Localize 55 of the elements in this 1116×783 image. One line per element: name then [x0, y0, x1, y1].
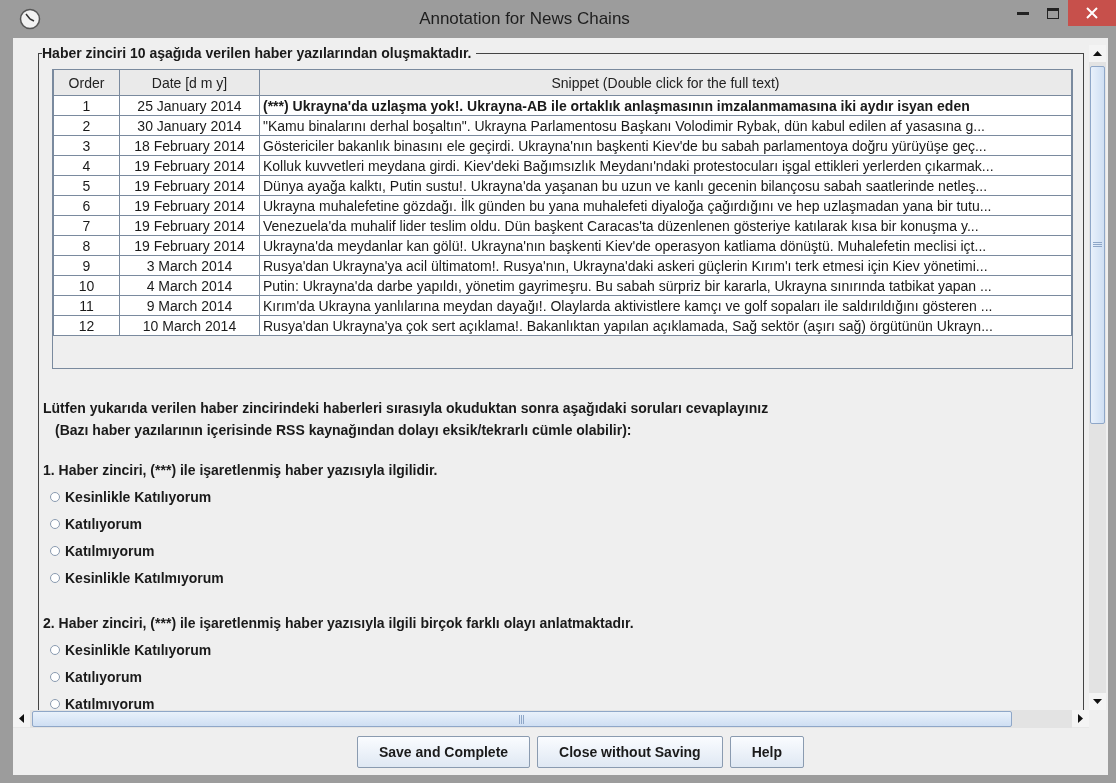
- maximize-icon: [1047, 7, 1059, 19]
- table-cell[interactable]: "Kamu binalarını derhal boşaltın". Ukrayna Parlamentosu Başkanı Volodimir Rybak, dün kabul edilen af yasasına g...: [259, 115, 1072, 136]
- table-cell: 12: [53, 315, 120, 336]
- horizontal-scrollbar[interactable]: [13, 710, 1089, 728]
- table-cell[interactable]: Dünya ayağa kalktı, Putin sustu!. Ukrayna'da yaşanan bu uzun ve kanlı gecenin bilançosu sabah saatlerinde netleş...: [259, 175, 1072, 196]
- minimize-icon: [1017, 11, 1029, 15]
- vertical-scrollbar[interactable]: [1089, 45, 1106, 710]
- grip-icon[interactable]: [519, 714, 525, 724]
- clock-icon: [19, 8, 41, 30]
- table-cell[interactable]: Kolluk kuvvetleri meydana girdi. Kiev'deki Bağımsızlık Meydanı'ndaki protestocuları işgal ettikleri yerlerden çıkarmak...: [259, 155, 1072, 176]
- radio-option[interactable]: Katılıyorum: [50, 663, 142, 690]
- radio-option[interactable]: Kesinlikle Katılmıyorum: [50, 564, 224, 591]
- column-header[interactable]: Date [d m y]: [119, 70, 260, 96]
- table-cell[interactable]: Rusya'dan Ukrayna'ya acil ültimatom!. Rusya'nın, Ukrayna'daki askeri güçlerin Kırım'ı terk etmesi için Kiev yönetimi...: [259, 255, 1072, 276]
- table-cell[interactable]: (***) Ukrayna'da uzlaşma yok!. Ukrayna-AB ile ortaklık anlaşmasının imzalanmamasına iki aydır isyan eden: [259, 95, 1072, 116]
- down-arrow-icon[interactable]: [1093, 699, 1102, 704]
- table-cell: 2: [53, 115, 120, 136]
- column-header[interactable]: Order: [53, 70, 120, 96]
- instruction-text: Lütfen yukarıda verilen haber zincirindeki haberleri sırasıyla okuduktan sonra aşağıdaki soruları cevaplayınız: [43, 400, 770, 416]
- table-cell[interactable]: Ukrayna muhalefetine gözdağı. İlk günden bu yana muhalefeti diyaloğa çağırdığını ve hep uzlaşmadan yana bir tutu...: [259, 195, 1072, 216]
- table-cell[interactable]: Göstericiler bakanlık binasını ele geçirdi. Ukrayna'nın başkenti Kiev'de bu sabah parlamentoya doğru yürüyüşe geç...: [259, 135, 1072, 156]
- table-cell[interactable]: Putin: Ukrayna'da darbe yapıldı, yönetim gayrimeşru. Bu sabah sürpriz bir kararla, Ukrayna sınırında tatbikat yapan ...: [259, 275, 1072, 296]
- table-cell[interactable]: Venezuela'da muhalif lider teslim oldu. Dün başkent Caracas'ta düzenlenen gösteriye katılarak kısa bir konuşma y...: [259, 215, 1072, 236]
- table-cell: 3: [53, 135, 120, 156]
- up-arrow-icon[interactable]: [1093, 51, 1102, 56]
- dialog-button[interactable]: Save and Complete: [356, 735, 531, 768]
- dialog-button[interactable]: Close without Saving: [537, 735, 723, 768]
- group-title: Haber zinciri 10 aşağıda verilen haber yazılarından oluşmaktadır.: [42, 45, 473, 61]
- right-arrow-icon[interactable]: [1078, 714, 1083, 723]
- table-cell[interactable]: Ukrayna'da meydanlar kan gölü!. Ukrayna'nın başkenti Kiev'de operasyon katliama dönüştü. Muhalefetin meclisi içt...: [259, 235, 1072, 256]
- table-cell[interactable]: Kırım'da Ukrayna yanlılarına meydan dayağı!. Olaylarda aktivistlere kamçı ve golf sopaları ile saldırıldığını gösteren ...: [259, 295, 1072, 316]
- table-cell: 8: [53, 235, 120, 256]
- dialog-button[interactable]: Help: [729, 735, 805, 768]
- column-header[interactable]: Snippet (Double click for the full text): [259, 70, 1072, 96]
- table-cell[interactable]: Rusya'dan Ukrayna'ya çok sert açıklama!. Bakanlıktan yapılan açıklamada, Sağ sektör (aşırı sağ) örgütünün Ukrayn...: [259, 315, 1072, 336]
- table-cell: 5: [53, 175, 120, 196]
- table-cell: 11: [53, 295, 120, 316]
- table-cell: 6: [53, 195, 120, 216]
- table-cell: 1: [53, 95, 120, 116]
- close-button[interactable]: [1068, 0, 1116, 26]
- radio-option[interactable]: Kesinlikle Katılıyorum: [50, 636, 212, 663]
- table-cell: 9: [53, 255, 120, 276]
- instruction-text: (Bazı haber yazılarının içerisinde RSS kaynağından dolayı eksik/tekrarlı cümle olabilir):: [55, 422, 633, 438]
- question-text: 1. Haber zinciri, (***) ile işaretlenmiş haber yazısıyla ilgilidir.: [43, 462, 439, 478]
- window-title: Annotation for News Chains: [418, 9, 631, 29]
- radio-option[interactable]: Katılıyorum: [50, 510, 142, 537]
- table-cell: 10: [53, 275, 120, 296]
- radio-option[interactable]: Katılmıyorum: [50, 537, 155, 564]
- question-text: 2. Haber zinciri, (***) ile işaretlenmiş haber yazısıyla ilgili birçok farklı olayı anlatmaktadır.: [43, 615, 635, 631]
- grip-icon[interactable]: [1093, 242, 1102, 248]
- table-cell: 7: [53, 215, 120, 236]
- table-cell: 4: [53, 155, 120, 176]
- radio-option[interactable]: Kesinlikle Katılıyorum: [50, 483, 212, 510]
- close-icon: [1086, 7, 1098, 19]
- left-arrow-icon[interactable]: [19, 714, 24, 723]
